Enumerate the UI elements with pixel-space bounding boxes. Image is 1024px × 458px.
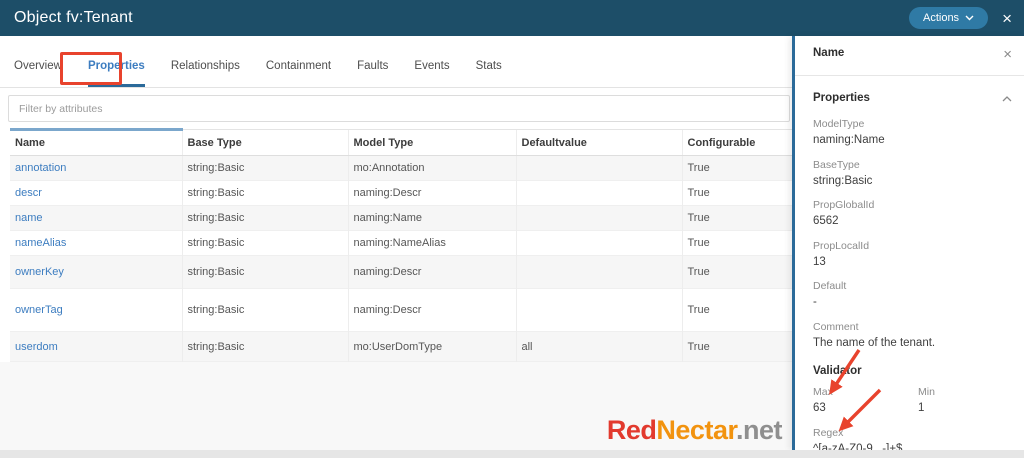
column-header-configurable[interactable]: Configurable bbox=[682, 130, 792, 156]
panel-close-icon[interactable]: × bbox=[1003, 47, 1012, 62]
field-label: Default bbox=[813, 280, 1012, 292]
field-label: Comment bbox=[813, 321, 1012, 333]
field-value: string:Basic bbox=[813, 174, 1012, 190]
attribute-link[interactable]: ownerTag bbox=[15, 304, 63, 316]
attribute-link[interactable]: descr bbox=[15, 187, 42, 199]
min-value: 1 bbox=[918, 401, 935, 417]
field-value: 6562 bbox=[813, 214, 1012, 230]
table-row: annotationstring:Basicmo:AnnotationTrue bbox=[10, 156, 792, 181]
panel-fields: ModelType naming:Name BaseType string:Basic… bbox=[813, 118, 1012, 351]
attribute-link[interactable]: userdom bbox=[15, 341, 58, 353]
tab-events[interactable]: Events bbox=[414, 60, 449, 87]
table-row: namestring:Basicnaming:NameTrue bbox=[10, 206, 792, 231]
attribute-link[interactable]: name bbox=[15, 212, 43, 224]
panel-field-modeltype: ModelType naming:Name bbox=[813, 118, 1012, 149]
window-header: Object fv:Tenant Actions × bbox=[0, 0, 1024, 36]
actions-button-label: Actions bbox=[923, 12, 959, 24]
attribute-link[interactable]: nameAlias bbox=[15, 237, 66, 249]
validator-title: Validator bbox=[813, 365, 1012, 377]
regex-label: Regex bbox=[813, 427, 1012, 439]
max-value: 63 bbox=[813, 401, 918, 417]
column-header-name[interactable]: Name bbox=[10, 130, 182, 156]
tab-faults[interactable]: Faults bbox=[357, 60, 388, 87]
field-value: naming:Name bbox=[813, 133, 1012, 149]
field-value: The name of the tenant. bbox=[813, 336, 1012, 352]
panel-field-comment: Comment The name of the tenant. bbox=[813, 321, 1012, 352]
table-row: nameAliasstring:Basicnaming:NameAliasTru… bbox=[10, 231, 792, 256]
chevron-down-icon bbox=[965, 15, 974, 21]
filter-bar bbox=[0, 88, 792, 128]
chevron-up-icon[interactable] bbox=[1002, 89, 1012, 107]
table-header-row: NameBase TypeModel TypeDefaultvalueConfi… bbox=[10, 130, 792, 156]
attribute-link[interactable]: ownerKey bbox=[15, 266, 64, 278]
validator-min: Min 1 bbox=[918, 386, 935, 417]
column-header-base-type[interactable]: Base Type bbox=[182, 130, 348, 156]
field-label: PropGlobalId bbox=[813, 199, 1012, 211]
table-row: ownerKeystring:Basicnaming:DescrTrue bbox=[10, 256, 792, 289]
content-bottom: RedNectar.net bbox=[0, 362, 792, 450]
field-value: 13 bbox=[813, 255, 1012, 271]
actions-button[interactable]: Actions bbox=[909, 7, 988, 29]
close-icon[interactable]: × bbox=[1002, 10, 1012, 27]
panel-field-default: Default - bbox=[813, 280, 1012, 311]
column-header-model-type[interactable]: Model Type bbox=[348, 130, 516, 156]
panel-field-propglobalid: PropGlobalId 6562 bbox=[813, 199, 1012, 230]
watermark-orange: Nectar bbox=[656, 415, 736, 445]
tab-relationships[interactable]: Relationships bbox=[171, 60, 240, 87]
table-row: ownerTagstring:Basicnaming:DescrTrue bbox=[10, 289, 792, 332]
attribute-link[interactable]: annotation bbox=[15, 162, 66, 174]
window-bottom-strip bbox=[0, 450, 1024, 458]
detail-panel-title: Name bbox=[813, 47, 844, 59]
tab-properties[interactable]: Properties bbox=[88, 60, 145, 87]
table-body: annotationstring:Basicmo:AnnotationTrued… bbox=[10, 156, 792, 362]
tab-bar: Overview Properties Relationships Containme… bbox=[0, 36, 792, 88]
max-label: Max bbox=[813, 386, 918, 398]
tab-containment[interactable]: Containment bbox=[266, 60, 331, 87]
table-row: descrstring:Basicnaming:DescrTrue bbox=[10, 181, 792, 206]
panel-field-proplocalid: PropLocalId 13 bbox=[813, 240, 1012, 271]
detail-panel: Name × Properties ModelType naming:Name Ba… bbox=[792, 36, 1024, 450]
validator-max: Max 63 bbox=[813, 386, 918, 417]
field-label: PropLocalId bbox=[813, 240, 1012, 252]
field-label: BaseType bbox=[813, 159, 1012, 171]
detail-panel-body: Properties ModelType naming:Name BaseType s… bbox=[795, 76, 1024, 457]
page-title: Object fv:Tenant bbox=[14, 9, 133, 27]
field-value: - bbox=[813, 295, 1012, 311]
panel-section-title: Properties bbox=[813, 92, 870, 104]
table-row: userdomstring:Basicmo:UserDomTypeallTrue bbox=[10, 332, 792, 362]
watermark-net: .net bbox=[736, 415, 782, 445]
min-label: Min bbox=[918, 386, 935, 398]
field-label: ModelType bbox=[813, 118, 1012, 130]
rednectar-watermark: RedNectar.net bbox=[607, 415, 782, 446]
main-content: Overview Properties Relationships Containme… bbox=[0, 36, 792, 450]
panel-field-basetype: BaseType string:Basic bbox=[813, 159, 1012, 190]
tab-overview[interactable]: Overview bbox=[14, 60, 62, 87]
filter-input[interactable] bbox=[8, 95, 790, 122]
tab-stats[interactable]: Stats bbox=[476, 60, 502, 87]
watermark-red: Red bbox=[607, 415, 657, 445]
object-inspector-window: Object fv:Tenant Actions × Overview Prope… bbox=[0, 0, 1024, 458]
column-header-defaultvalue[interactable]: Defaultvalue bbox=[516, 130, 682, 156]
properties-table: NameBase TypeModel TypeDefaultvalueConfi… bbox=[10, 128, 792, 362]
detail-panel-header: Name × bbox=[795, 36, 1024, 76]
